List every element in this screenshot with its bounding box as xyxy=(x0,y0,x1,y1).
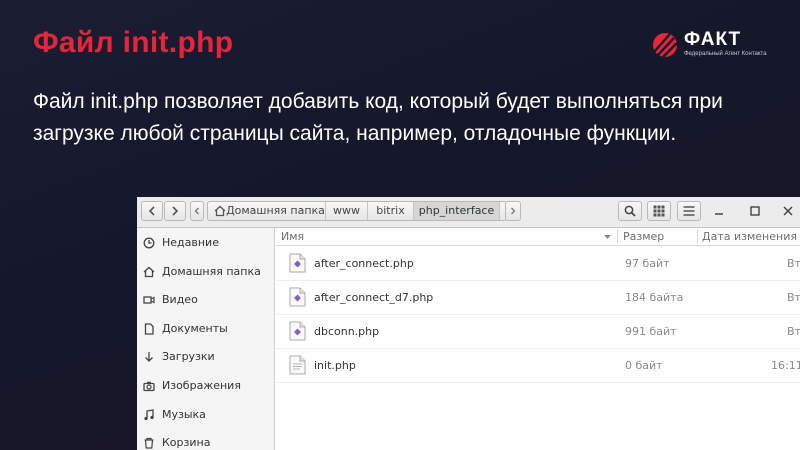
column-separator[interactable] xyxy=(617,229,618,244)
chevron-left-icon xyxy=(148,206,155,216)
file-name: init.php xyxy=(314,359,356,372)
grid-icon xyxy=(653,205,665,217)
sidebar-item-home[interactable]: Домашняя папка xyxy=(137,262,275,284)
close-icon xyxy=(783,206,793,216)
file-row[interactable]: after_connect_d7.php 184 байта Вт xyxy=(276,280,800,315)
column-separator[interactable] xyxy=(697,229,698,244)
logo-mark-icon xyxy=(653,33,678,59)
text-file-icon xyxy=(289,355,306,375)
file-date: Вт xyxy=(787,325,800,338)
php-file-icon xyxy=(289,321,306,341)
music-icon xyxy=(144,409,154,421)
document-icon xyxy=(144,323,154,335)
breadcrumb-home[interactable]: Домашняя папка xyxy=(208,202,326,220)
file-size: 991 байт xyxy=(625,325,677,338)
clock-icon xyxy=(143,237,155,249)
file-row[interactable]: dbconn.php 991 байт Вт xyxy=(276,314,800,349)
slide-title: Файл init.php xyxy=(33,26,234,59)
slide-body-text: Файл init.php позволяет добавить код, ко… xyxy=(33,90,723,145)
file-list: Имя Размер Дата изменения after_connect.… xyxy=(276,228,800,450)
maximize-button[interactable] xyxy=(747,202,763,220)
forward-button[interactable] xyxy=(164,201,186,221)
file-manager-window: Домашняя папка www bitrix php_interface xyxy=(137,197,800,450)
video-icon xyxy=(143,296,155,304)
back-button[interactable] xyxy=(141,201,163,221)
home-icon xyxy=(214,205,226,217)
file-size: 184 байта xyxy=(625,291,684,304)
column-header: Имя Размер Дата изменения xyxy=(276,228,800,246)
sidebar-item-pictures[interactable]: Изображения xyxy=(137,376,275,398)
chevron-left-icon xyxy=(194,207,199,215)
camera-icon xyxy=(143,381,155,392)
sidebar-item-label: Корзина xyxy=(162,436,211,449)
sidebar-item-video[interactable]: Видео xyxy=(137,290,275,312)
menu-button[interactable] xyxy=(677,201,701,221)
sidebar: Недавние Домашняя папка Видео Документы … xyxy=(137,228,275,450)
minimize-icon xyxy=(715,213,723,215)
sidebar-item-label: Музыка xyxy=(162,408,206,421)
file-date: Вт xyxy=(787,291,800,304)
column-name[interactable]: Имя xyxy=(281,230,304,243)
sidebar-item-label: Документы xyxy=(162,322,228,335)
maximize-icon xyxy=(750,206,760,216)
sort-arrow-icon[interactable] xyxy=(603,234,612,240)
file-name: after_connect_d7.php xyxy=(314,291,434,304)
sidebar-item-recent[interactable]: Недавние xyxy=(137,233,275,255)
logo-tagline: Федеральный Агент Контакта xyxy=(684,51,767,57)
toolbar: Домашняя папка www bitrix php_interface xyxy=(137,197,800,228)
sidebar-item-documents[interactable]: Документы xyxy=(137,319,275,341)
file-date: 16:11 xyxy=(771,359,800,372)
breadcrumb-www[interactable]: www xyxy=(326,202,368,220)
minimize-button[interactable] xyxy=(711,202,727,220)
download-icon xyxy=(145,352,153,362)
file-name: after_connect.php xyxy=(314,257,414,270)
file-name: dbconn.php xyxy=(314,325,380,338)
sidebar-item-label: Видео xyxy=(162,293,198,306)
search-icon xyxy=(624,205,636,217)
search-button[interactable] xyxy=(618,201,642,221)
file-size: 0 байт xyxy=(625,359,663,372)
sidebar-item-label: Домашняя папка xyxy=(162,265,261,278)
breadcrumb-php-interface[interactable]: php_interface xyxy=(414,202,500,220)
hamburger-menu-icon xyxy=(683,206,695,216)
column-size[interactable]: Размер xyxy=(623,230,664,243)
sidebar-item-label: Недавние xyxy=(162,236,219,249)
file-size: 97 байт xyxy=(625,257,670,270)
close-button[interactable] xyxy=(780,202,796,220)
file-row[interactable]: init.php 0 байт 16:11 xyxy=(276,348,800,383)
sidebar-item-trash[interactable]: Корзина xyxy=(137,433,275,450)
trash-icon xyxy=(144,437,154,449)
php-file-icon xyxy=(289,253,306,273)
path-scroll-right-button[interactable] xyxy=(505,201,521,221)
view-grid-button[interactable] xyxy=(647,201,671,221)
sidebar-item-label: Изображения xyxy=(162,379,241,392)
php-file-icon xyxy=(289,287,306,307)
breadcrumb-bitrix[interactable]: bitrix xyxy=(368,202,414,220)
logo-word: ФАКТ xyxy=(684,29,742,50)
path-scroll-left-button[interactable] xyxy=(190,201,204,221)
chevron-right-icon xyxy=(511,207,516,215)
sidebar-item-downloads[interactable]: Загрузки xyxy=(137,347,275,369)
file-date: Вт xyxy=(787,257,800,270)
fact-logo: ФАКТ Федеральный Агент Контакта xyxy=(652,28,767,62)
column-date[interactable]: Дата изменения xyxy=(702,230,797,243)
sidebar-item-label: Загрузки xyxy=(162,350,215,363)
home-icon xyxy=(143,266,155,278)
breadcrumb-label: Домашняя папка xyxy=(226,204,325,217)
sidebar-item-music[interactable]: Музыка xyxy=(137,405,275,427)
chevron-right-icon xyxy=(172,206,179,216)
file-row[interactable]: after_connect.php 97 байт Вт xyxy=(276,246,800,281)
breadcrumb: Домашняя папка www bitrix php_interface xyxy=(207,201,507,221)
